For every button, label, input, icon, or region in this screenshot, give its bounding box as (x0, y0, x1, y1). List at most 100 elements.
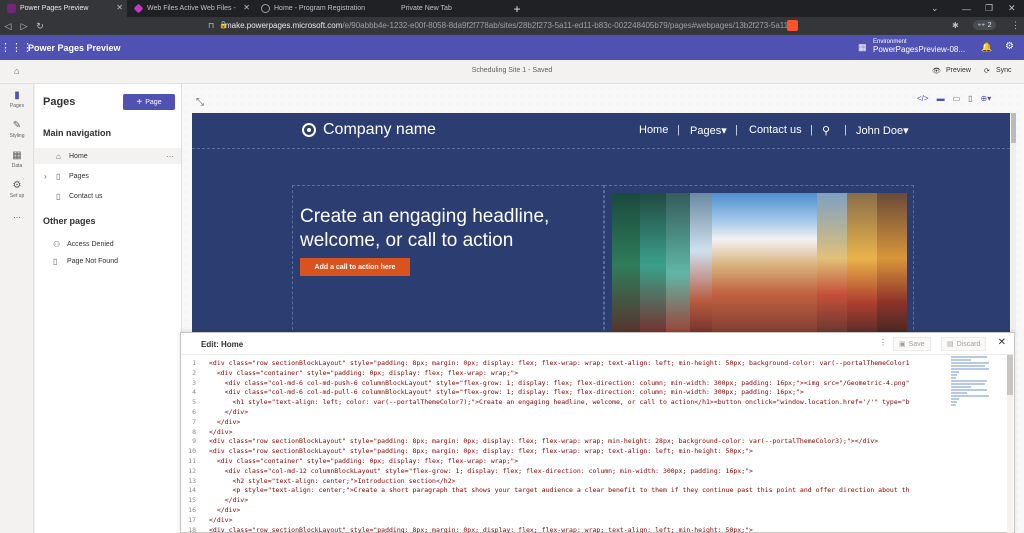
company-logo-icon (302, 123, 316, 137)
bookmark-icon[interactable]: ⊓ (208, 21, 214, 30)
code-line[interactable]: 1 <div class="row sectionBlockLayout" sty… (181, 358, 943, 368)
rail-item-setup[interactable]: ⚙ Set up (0, 180, 34, 199)
more-options-icon[interactable]: ⋮ (879, 338, 887, 347)
back-icon[interactable]: ◁ (0, 21, 16, 32)
code-line[interactable]: 10 <div class="row sectionBlockLayout" st… (181, 446, 943, 456)
code-line[interactable]: 3 <div class="col-md-6 col-md-push-6 col… (181, 378, 943, 388)
more-icon[interactable]: ... (0, 210, 34, 220)
rail-item-styling[interactable]: ✎ Styling (0, 120, 34, 139)
gear-icon[interactable]: ⚙ (1005, 41, 1014, 52)
code-line[interactable]: 8 </div> (181, 427, 943, 437)
browser-tab-3[interactable]: Private New Tab (381, 0, 508, 17)
close-icon[interactable]: ✕ (998, 337, 1006, 348)
code-line[interactable]: 4 <div class="col-md-6 col-md-pull-6 col… (181, 387, 943, 397)
preview-button[interactable]: Preview (946, 67, 971, 74)
tablet-icon[interactable]: ▭ (953, 94, 961, 103)
rail-item-pages[interactable]: ▮ Pages (0, 90, 34, 109)
site-nav-contact[interactable]: Contact us (749, 124, 802, 136)
code-line[interactable]: 14 <p style="text-align: center;">Create… (181, 485, 943, 495)
comment-icon[interactable]: ▬ (937, 94, 945, 103)
code-area[interactable]: 1 <div class="row sectionBlockLayout" sty… (181, 355, 943, 533)
code-line[interactable]: 13 <h2 style="text-align: center;">Intro… (181, 476, 943, 486)
environment-name: PowerPagesPreview-08... (873, 45, 966, 54)
expand-icon[interactable]: ⤡ (196, 97, 204, 108)
code-line[interactable]: 12 <div class="col-md-12 columnBlockLayo… (181, 466, 943, 476)
mobile-icon[interactable]: ▯ (968, 94, 972, 103)
restore-icon[interactable]: ❐ (985, 0, 993, 17)
menu-icon[interactable]: ⋮ (1011, 20, 1020, 31)
chevron-right-icon[interactable]: › (44, 172, 47, 181)
rail-label: Set up (9, 193, 25, 199)
environment-picker[interactable]: Environment PowerPagesPreview-08... (873, 38, 965, 54)
main-navigation-title: Main navigation (43, 128, 112, 138)
code-line[interactable]: 16 </div> (181, 505, 943, 515)
close-icon[interactable]: ✕ (116, 3, 123, 12)
chevron-down-icon[interactable]: ⌄ (931, 0, 939, 17)
image-strip (640, 193, 666, 333)
code-text: </div> (209, 417, 241, 426)
line-number: 14 (188, 486, 196, 495)
editor-header: Edit: Home ⋮ ▣ Save ▤ Discard ✕ (181, 333, 1014, 355)
forward-icon[interactable]: ▷ (16, 21, 32, 32)
browser-tab-strip: Power Pages Preview ✕ Web Files Active W… (0, 0, 1024, 17)
site-nav-home[interactable]: Home (639, 124, 668, 136)
glasses-icon: 👓 (977, 22, 986, 29)
more-options-icon[interactable]: ··· (166, 152, 174, 161)
page-item-page-not-found[interactable]: ▯ Page Not Found (35, 253, 181, 269)
brave-shield-icon[interactable] (787, 20, 798, 31)
code-line[interactable]: 18 <div class="row sectionBlockLayout" st… (181, 525, 943, 533)
minimize-icon[interactable]: — (962, 0, 971, 17)
url-host: make.powerpages.microsoft.com (225, 21, 343, 30)
hero-image[interactable] (612, 193, 907, 333)
close-window-icon[interactable]: ✕ (1008, 0, 1016, 17)
image-strip (612, 193, 640, 333)
page-item-pages[interactable]: › ▯ Pages (35, 168, 181, 184)
code-line[interactable]: 15 </div> (181, 495, 943, 505)
private-window-badge[interactable]: 👓 2 (973, 20, 996, 30)
line-number: 3 (192, 378, 196, 387)
editor-scrollbar[interactable] (1007, 355, 1013, 533)
browser-tab-2[interactable]: Home - Program Registration (254, 0, 381, 17)
site-nav-pages[interactable]: Pages▾ (690, 124, 727, 137)
page-item-home[interactable]: ⌂ Home ··· (35, 148, 181, 164)
browser-tab-0[interactable]: Power Pages Preview ✕ (0, 0, 127, 17)
code-line[interactable]: 9 <div class="row sectionBlockLayout" sty… (181, 436, 943, 446)
editor-title: Edit: Home (201, 340, 244, 349)
close-icon[interactable]: ✕ (243, 3, 250, 12)
scrollbar-thumb[interactable] (1007, 355, 1013, 395)
page-item-contact-us[interactable]: ▯ Contact us (35, 188, 181, 204)
zoom-icon[interactable]: ⊕▾ (981, 94, 992, 103)
code-minimap[interactable] (951, 355, 989, 425)
reload-icon[interactable]: ↻ (32, 21, 48, 32)
discard-button[interactable]: ▤ Discard (941, 337, 987, 351)
code-line[interactable]: 17 </div> (181, 515, 943, 525)
company-name: Company name (323, 121, 436, 138)
code-icon[interactable]: </> (917, 94, 929, 103)
code-line[interactable]: 5 <h1 style="text-align: left; color: va… (181, 397, 943, 407)
browser-tab-1[interactable]: Web Files Active Web Files - ✕ (127, 0, 254, 17)
add-page-button[interactable]: + Page (123, 94, 175, 110)
code-line[interactable]: 7 </div> (181, 417, 943, 427)
hero-headline[interactable]: Create an engaging headline, welcome, or… (300, 205, 600, 253)
rail-item-data[interactable]: ▦ Data (0, 150, 34, 169)
minimap-line (951, 365, 985, 367)
cta-button[interactable]: Add a call to action here (300, 258, 410, 276)
sync-button[interactable]: Sync (996, 67, 1012, 74)
code-line[interactable]: 11 <div class="container" style="padding… (181, 456, 943, 466)
code-line[interactable]: 2 <div class="container" style="padding:… (181, 368, 943, 378)
waffle-icon[interactable]: ⋮⋮⋮ (0, 41, 33, 54)
url-field[interactable]: make.powerpages.microsoft.com/e/90abbb4e… (225, 21, 795, 30)
save-button[interactable]: ▣ Save (893, 337, 931, 351)
code-line[interactable]: 6 </div> (181, 407, 943, 417)
bell-icon[interactable]: 🔔 (981, 42, 992, 53)
line-number: 16 (188, 506, 196, 514)
canvas-scrollbar[interactable] (1011, 113, 1016, 333)
discard-label: Discard (956, 340, 981, 348)
search-icon[interactable]: ⚲ (822, 124, 830, 137)
extensions-icon[interactable]: ✱ (952, 21, 959, 30)
page-item-access-denied[interactable]: ⚇ Access Denied (35, 236, 181, 252)
tab-title: Home - Program Registration (274, 5, 366, 12)
site-nav-user[interactable]: John Doe▾ (856, 124, 909, 137)
new-tab-button[interactable]: + (508, 0, 526, 17)
scrollbar-thumb[interactable] (1011, 113, 1016, 143)
